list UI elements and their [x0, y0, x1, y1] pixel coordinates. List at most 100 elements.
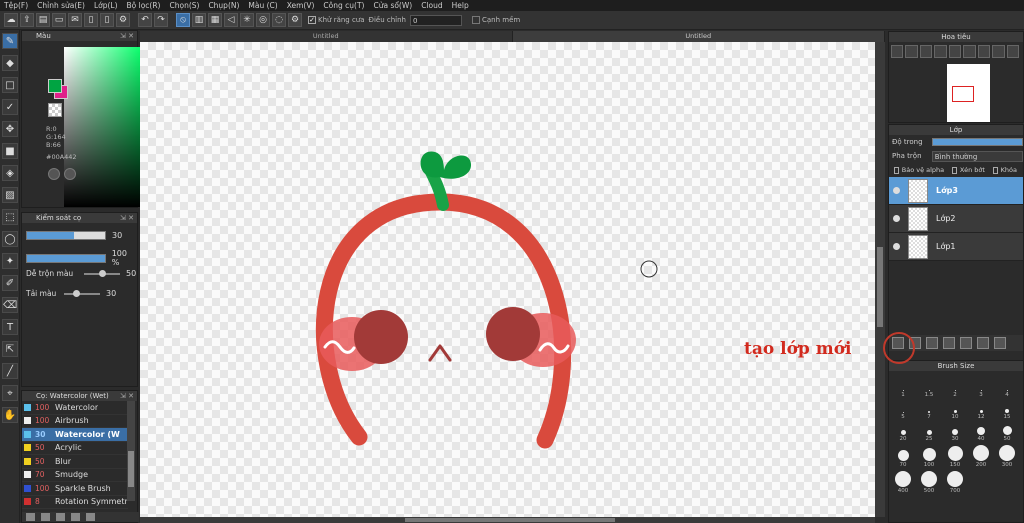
- visibility-icon[interactable]: [893, 187, 900, 194]
- zoom-in-icon[interactable]: [891, 45, 904, 58]
- brush-item[interactable]: 100 Watercolor: [22, 401, 128, 415]
- panel-buttons-icon[interactable]: ⇲ ✕: [120, 31, 134, 41]
- brush-opacity-slider[interactable]: [26, 253, 106, 263]
- eyedropper-icon[interactable]: ⌖: [2, 385, 18, 401]
- save-icon[interactable]: ▤: [36, 13, 50, 27]
- visibility-icon[interactable]: [893, 215, 900, 222]
- drawing-canvas[interactable]: [140, 42, 875, 517]
- brush-size-cell[interactable]: 4: [995, 375, 1019, 398]
- gradient-tool-icon[interactable]: ▨: [2, 187, 18, 203]
- snap-radial-icon[interactable]: ✳: [240, 13, 254, 27]
- brush-item[interactable]: 70 Smudge: [22, 469, 128, 482]
- lasso-tool-icon[interactable]: ◯: [2, 231, 18, 247]
- brush-size-cell[interactable]: 50: [995, 419, 1019, 442]
- adjust-select[interactable]: 0: [410, 14, 462, 26]
- menu-help[interactable]: Help: [452, 1, 469, 10]
- transparent-swatch[interactable]: [48, 103, 62, 117]
- zoom-out-icon[interactable]: [905, 45, 918, 58]
- redo-icon[interactable]: ↷: [154, 13, 168, 27]
- duplicate-layer-icon[interactable]: [977, 337, 989, 349]
- shape-tool-icon[interactable]: □: [2, 77, 18, 93]
- brush-size-cell[interactable]: 70: [891, 445, 915, 468]
- brush-item[interactable]: 8 Rotation Symmetr: [22, 496, 128, 509]
- flip-icon[interactable]: [1006, 45, 1019, 58]
- panel-buttons-icon[interactable]: ⇲ ✕: [120, 213, 134, 223]
- brush-size-cell[interactable]: 1.5: [917, 375, 941, 398]
- brush-size-cell[interactable]: 500: [917, 471, 941, 494]
- menu-select[interactable]: Chọn(S): [169, 1, 199, 10]
- brush-size-cell[interactable]: 40: [969, 419, 993, 442]
- snap-settings-icon[interactable]: ⚙: [288, 13, 302, 27]
- navigator-viewport[interactable]: [952, 86, 974, 102]
- brush-size-cell[interactable]: 10: [943, 397, 967, 420]
- protect-alpha-checkbox[interactable]: [894, 166, 899, 174]
- brush-delete-icon[interactable]: [86, 513, 95, 521]
- brush-size-cell[interactable]: 7: [917, 397, 941, 420]
- menu-capture[interactable]: Chụp(N): [208, 1, 239, 10]
- layer-row[interactable]: Lớp1: [889, 233, 1023, 261]
- navigator-thumbnail[interactable]: [947, 64, 990, 122]
- menu-cloud[interactable]: Cloud: [421, 1, 442, 10]
- brush-copy-icon[interactable]: [71, 513, 80, 521]
- snap-curve-icon[interactable]: ◌: [272, 13, 286, 27]
- menu-layer[interactable]: Lớp(L): [94, 1, 118, 10]
- brush-tool-icon[interactable]: ✎: [2, 33, 18, 49]
- brush-menu-icon[interactable]: [41, 513, 50, 521]
- zoom-fill-icon[interactable]: [948, 45, 962, 58]
- menu-file[interactable]: Tệp(F): [4, 1, 28, 10]
- brush-item[interactable]: 50 Acrylic: [22, 442, 128, 455]
- zoom-actual-icon[interactable]: [934, 45, 947, 58]
- foreground-color-swatch[interactable]: [48, 79, 62, 93]
- brush-folder-icon[interactable]: [56, 513, 65, 521]
- rotate-right-icon[interactable]: [977, 45, 991, 58]
- visibility-icon[interactable]: [893, 243, 900, 250]
- settings-icon[interactable]: ⚙: [116, 13, 130, 27]
- rect-fill-tool-icon[interactable]: ■: [2, 143, 18, 159]
- operation-tool-icon[interactable]: ⇱: [2, 341, 18, 357]
- brush-item[interactable]: 30 Watercolor (W: [22, 428, 128, 442]
- layer-opacity-slider[interactable]: [931, 138, 1023, 146]
- text-tool-icon[interactable]: T: [2, 319, 18, 335]
- bucket-tool-icon[interactable]: ◈: [2, 165, 18, 181]
- page-icon[interactable]: ▯: [84, 13, 98, 27]
- snap-parallel-icon[interactable]: ▥: [192, 13, 206, 27]
- layer-row[interactable]: Lớp2: [889, 205, 1023, 233]
- canvas-horizontal-scrollbar[interactable]: [140, 517, 875, 523]
- brush-size-cell[interactable]: 12: [969, 397, 993, 420]
- select-pen-icon[interactable]: ✐: [2, 275, 18, 291]
- layer-row[interactable]: Lớp3: [889, 177, 1023, 205]
- brush-size-cell[interactable]: 15: [995, 397, 1019, 420]
- eraser-tool-icon[interactable]: ◆: [2, 55, 18, 71]
- undo-icon[interactable]: ↶: [138, 13, 152, 27]
- comment-icon[interactable]: ▭: [52, 13, 66, 27]
- saturation-value-picker[interactable]: [64, 47, 144, 207]
- tab-untitled-2[interactable]: Untitled: [512, 31, 885, 42]
- brush-size-cell[interactable]: 25: [917, 419, 941, 442]
- blend-slider[interactable]: [84, 269, 120, 277]
- add-layer-menu-icon[interactable]: [943, 337, 955, 349]
- new-folder-icon[interactable]: [960, 337, 972, 349]
- add-brush-icon[interactable]: [26, 513, 35, 521]
- canvas-vertical-scrollbar[interactable]: [875, 42, 885, 517]
- merge-layer-icon[interactable]: [994, 337, 1006, 349]
- brush-size-cell[interactable]: 700: [943, 471, 967, 494]
- brush-item[interactable]: 100 Sparkle Brush: [22, 482, 128, 496]
- brush-size-cell[interactable]: 200: [969, 445, 993, 468]
- line-tool-icon[interactable]: ✓: [2, 99, 18, 115]
- lock-checkbox[interactable]: [992, 166, 998, 174]
- menu-window[interactable]: Cửa sổ(W): [373, 1, 412, 10]
- brush-size-cell[interactable]: 30: [943, 419, 967, 442]
- zoom-fit-icon[interactable]: [919, 45, 933, 58]
- select-eraser-icon[interactable]: ⌫: [2, 297, 18, 313]
- layer-blend-select[interactable]: Bình thường: [931, 150, 1023, 162]
- reload-slider[interactable]: [64, 289, 100, 297]
- brush-size-cell[interactable]: 5: [891, 397, 915, 420]
- new-8bit-layer-icon[interactable]: [926, 337, 938, 349]
- menu-filter[interactable]: Bộ lọc(R): [127, 1, 161, 10]
- hand-tool-icon[interactable]: ✋: [2, 407, 18, 423]
- menu-tools[interactable]: Công cụ(T): [323, 1, 364, 10]
- menu-view[interactable]: Xem(V): [287, 1, 315, 10]
- divide-tool-icon[interactable]: ╱: [2, 363, 18, 379]
- page-alt-icon[interactable]: ▯: [100, 13, 114, 27]
- clipping-checkbox[interactable]: [952, 166, 957, 174]
